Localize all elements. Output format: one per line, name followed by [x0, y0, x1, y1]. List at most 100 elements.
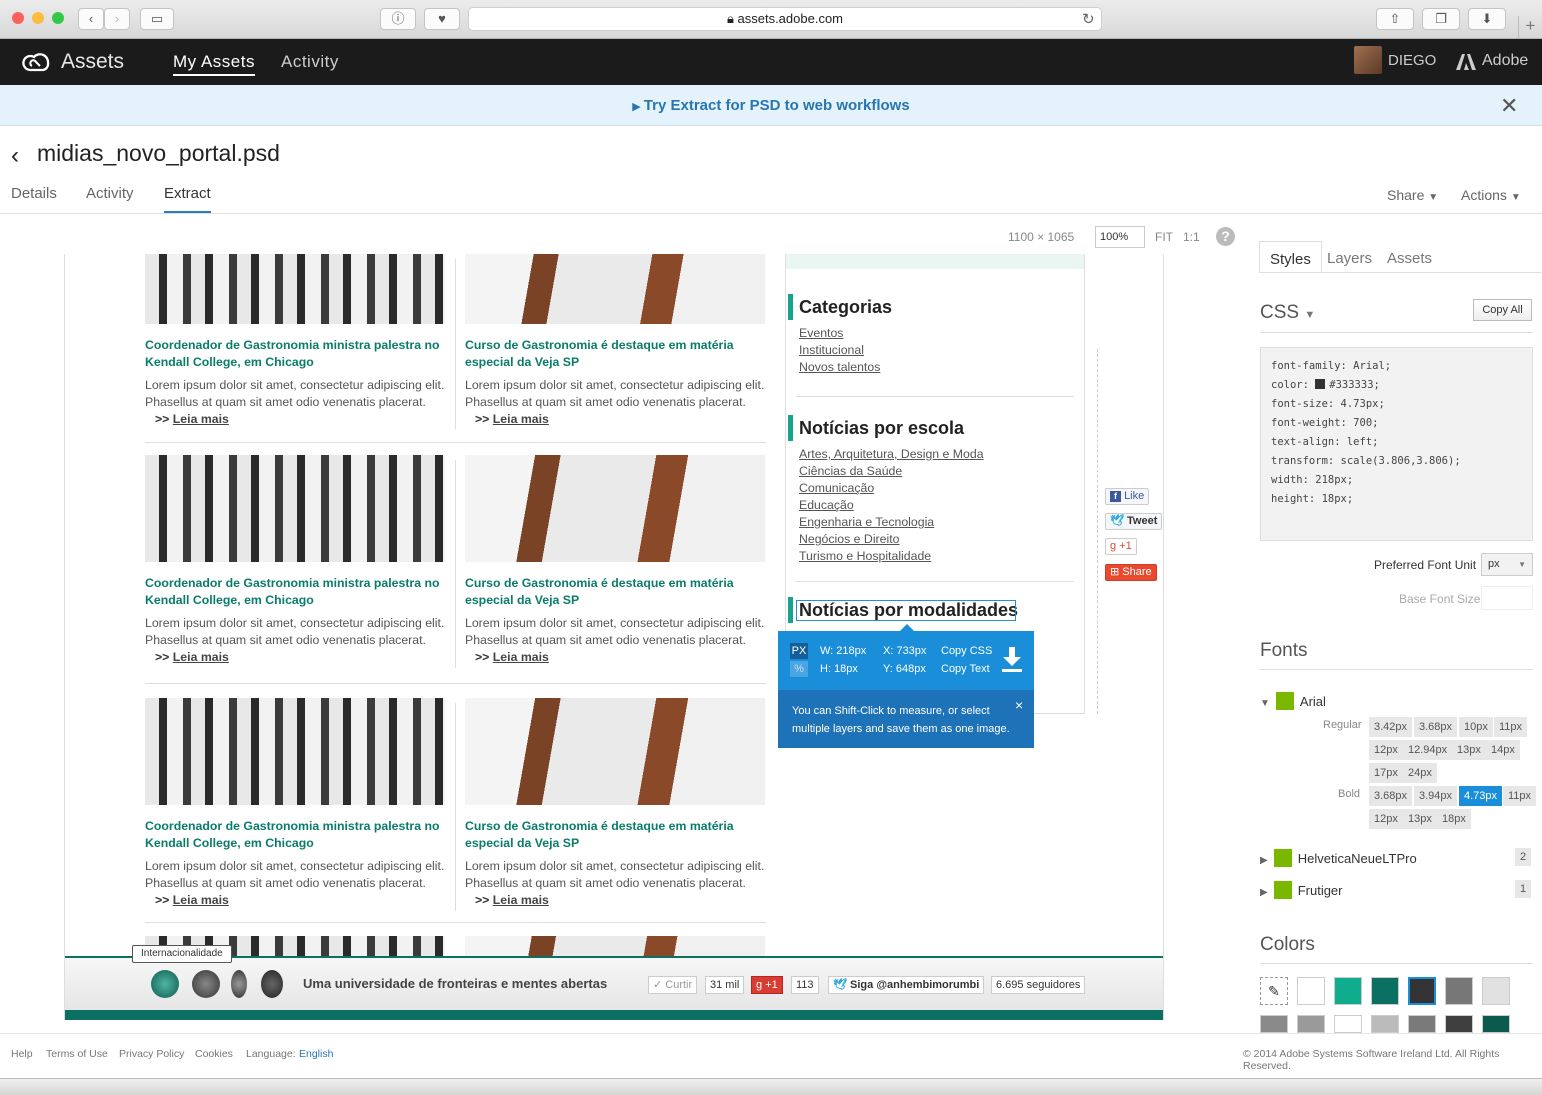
font-size-chip[interactable]: 10px [1459, 717, 1493, 737]
color-swatch[interactable] [1297, 1015, 1325, 1033]
color-swatch[interactable] [1482, 977, 1510, 1005]
font-size-chip[interactable]: 17px [1369, 763, 1403, 783]
color-swatch[interactable] [1334, 977, 1362, 1005]
font-size-chip[interactable]: 12px [1369, 809, 1403, 829]
unit-px-toggle[interactable]: PX [790, 643, 808, 659]
font-size-chip[interactable]: 18px [1437, 809, 1471, 829]
news-body[interactable]: Lorem ipsum dolor sit amet, consectetur … [465, 615, 765, 649]
tab-details[interactable]: Details [11, 185, 57, 202]
school-link[interactable]: Comunicação [799, 481, 874, 495]
css-header[interactable]: CSS ▼ [1260, 302, 1315, 324]
forward-icon[interactable]: › [104, 8, 130, 30]
footer-help-link[interactable]: Help [11, 1048, 33, 1060]
read-more-link[interactable]: >> Leia mais [475, 650, 549, 664]
back-icon[interactable]: ‹ [78, 8, 104, 30]
news-body[interactable]: Lorem ipsum dolor sit amet, consectetur … [145, 377, 445, 411]
news-title[interactable]: Curso de Gastronomia é destaque em matér… [465, 575, 765, 609]
escola-heading[interactable]: Notícias por escola [788, 415, 964, 441]
read-more-link[interactable]: >> Leia mais [475, 893, 549, 907]
font-item-arial[interactable]: ▼ Arial [1260, 692, 1326, 710]
reload-icon[interactable]: ↻ [1082, 10, 1095, 28]
school-link[interactable]: Negócios e Direito [799, 532, 899, 546]
nav-my-assets[interactable]: My Assets [173, 52, 255, 76]
tab-assets[interactable]: Assets [1387, 250, 1432, 267]
google-plus-button[interactable]: g +1 [1105, 538, 1137, 555]
school-link[interactable]: Artes, Arquitetura, Design e Moda [799, 447, 984, 461]
news-body[interactable]: Lorem ipsum dolor sit amet, consectetur … [145, 615, 445, 649]
help-icon[interactable]: ? [1216, 227, 1235, 246]
color-swatch[interactable] [1371, 1015, 1399, 1033]
news-photo[interactable] [145, 254, 445, 324]
news-body[interactable]: Lorem ipsum dolor sit amet, consectetur … [145, 858, 445, 892]
font-size-chip[interactable]: 3.42px [1369, 717, 1413, 737]
creative-cloud-icon[interactable] [22, 51, 50, 73]
curtir-button[interactable]: ✓ Curtir [648, 976, 698, 994]
tab-activity[interactable]: Activity [86, 185, 134, 202]
font-size-chip[interactable]: 3.68px [1414, 717, 1458, 737]
close-icon[interactable]: × [1015, 697, 1023, 713]
font-size-chip[interactable]: 3.94px [1414, 786, 1458, 806]
tab-extract[interactable]: Extract [164, 185, 211, 213]
share-icon[interactable]: ⇧ [1376, 8, 1414, 30]
school-link[interactable]: Turismo e Hospitalidade [799, 549, 931, 563]
download-icon[interactable]: ⬇ [1468, 8, 1506, 30]
color-swatch[interactable] [1371, 977, 1399, 1005]
font-size-chip[interactable]: 11px [1494, 717, 1528, 737]
footer-cookies-link[interactable]: Cookies [195, 1048, 233, 1060]
news-photo[interactable] [465, 254, 765, 324]
font-size-chip[interactable]: 13px [1452, 740, 1486, 760]
font-unit-select[interactable]: px ▼ [1481, 553, 1533, 576]
adobe-link[interactable]: Adobe [1482, 52, 1528, 70]
gplus-footer-button[interactable]: g +1 [751, 976, 783, 994]
read-more-link[interactable]: >> Leia mais [475, 412, 549, 426]
minimize-window-button[interactable] [32, 12, 44, 24]
font-size-chip[interactable]: 12.94px [1403, 740, 1453, 760]
font-size-chip[interactable]: 13px [1403, 809, 1437, 829]
font-size-chip[interactable]: 12px [1369, 740, 1403, 760]
read-more-link[interactable]: >> Leia mais [155, 893, 229, 907]
address-bar[interactable]: 🔒︎ assets.adobe.com [468, 7, 1102, 31]
font-size-chip[interactable]: 3.68px [1369, 786, 1413, 806]
zoom-input[interactable]: 100% [1095, 226, 1145, 248]
color-swatch[interactable] [1297, 977, 1325, 1005]
category-link[interactable]: Novos talentos [799, 360, 880, 374]
share-dropdown[interactable]: Share ▼ [1387, 187, 1438, 203]
news-title[interactable]: Curso de Gastronomia é destaque em matér… [465, 337, 765, 371]
news-photo[interactable] [465, 936, 765, 956]
news-photo[interactable] [465, 455, 765, 562]
footer-privacy-link[interactable]: Privacy Policy [119, 1048, 184, 1060]
new-tab-icon[interactable]: + [1518, 16, 1542, 38]
globe-icon[interactable] [151, 970, 179, 998]
actions-dropdown[interactable]: Actions ▼ [1461, 187, 1521, 203]
eyedropper-icon[interactable]: ✎ [1260, 977, 1288, 1005]
school-link[interactable]: Engenharia e Tecnologia [799, 515, 934, 529]
follow-twitter-button[interactable]: 🕊︎ Siga @anhembimorumbi [828, 976, 985, 994]
news-body[interactable]: Lorem ipsum dolor sit amet, consectetur … [465, 858, 765, 892]
sidebar-toggle-icon[interactable]: ▭ [140, 8, 174, 30]
user-name[interactable]: DIEGO [1388, 52, 1436, 69]
school-link[interactable]: Educação [799, 498, 854, 512]
read-more-link[interactable]: >> Leia mais [155, 650, 229, 664]
color-swatch[interactable] [1445, 977, 1473, 1005]
tabs-icon[interactable]: ❐ [1422, 8, 1460, 30]
language-link[interactable]: English [299, 1048, 333, 1060]
download-icon[interactable] [1001, 647, 1023, 673]
category-link[interactable]: Eventos [799, 326, 843, 340]
news-body[interactable]: Lorem ipsum dolor sit amet, consectetur … [465, 377, 765, 411]
news-photo[interactable] [145, 455, 445, 562]
chevron-left-icon[interactable]: ‹ [11, 142, 19, 170]
tab-styles[interactable]: Styles [1259, 241, 1322, 273]
banner-link[interactable]: ▶ Try Extract for PSD to web workflows [0, 97, 1542, 114]
news-title[interactable]: Coordenador de Gastronomia ministra pale… [145, 337, 445, 371]
selected-layer-outline[interactable] [796, 600, 1016, 621]
avatar[interactable] [1354, 46, 1382, 74]
category-link[interactable]: Institucional [799, 343, 864, 357]
close-icon[interactable]: ✕ [1500, 93, 1518, 119]
font-item-helvetica[interactable]: ▶ HelveticaNeueLTPro [1260, 849, 1417, 867]
base-font-size-input[interactable] [1481, 586, 1533, 610]
font-size-chip[interactable]: 24px [1403, 763, 1437, 783]
tweet-button[interactable]: 🕊︎ Tweet [1105, 513, 1163, 530]
zoom-window-button[interactable] [52, 12, 64, 24]
copy-text-button[interactable]: Copy Text [941, 663, 990, 675]
close-window-button[interactable] [12, 12, 24, 24]
